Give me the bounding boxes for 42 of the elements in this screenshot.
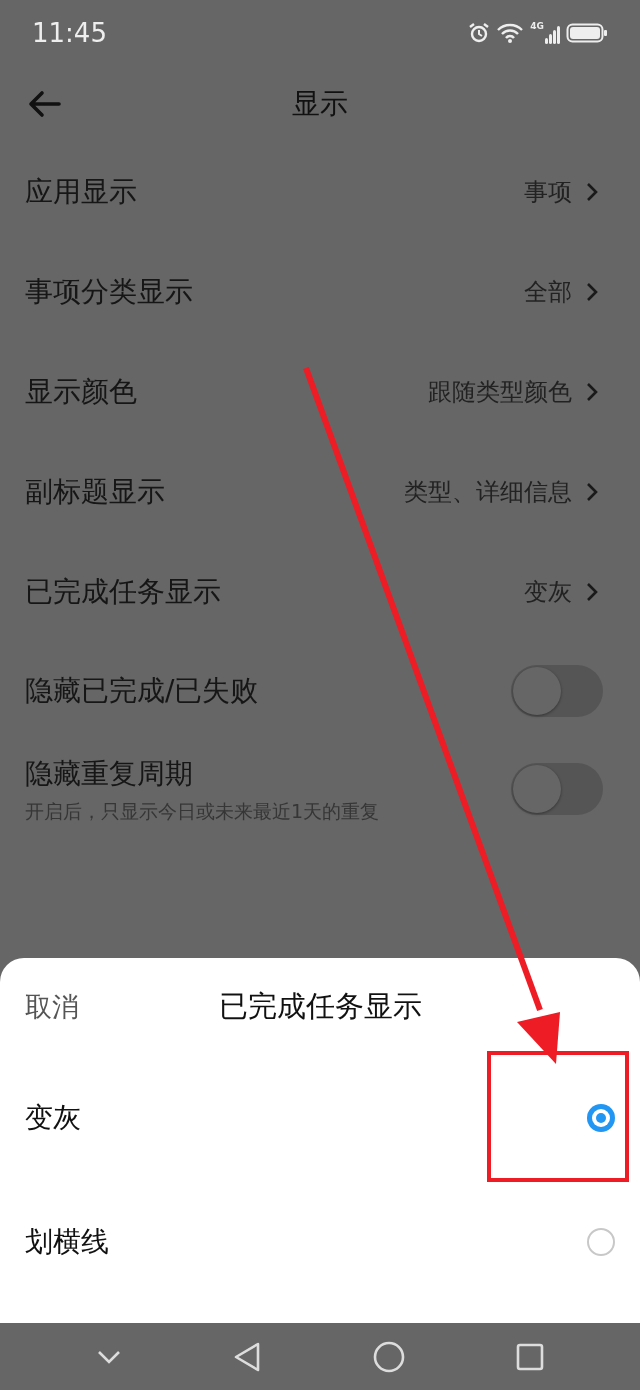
setting-label: 副标题显示 bbox=[25, 474, 165, 510]
settings-row[interactable]: 已完成任务显示 变灰 bbox=[0, 542, 640, 642]
option-row[interactable]: 变灰 bbox=[0, 1056, 640, 1180]
setting-label: 隐藏重复周期 bbox=[25, 755, 194, 792]
collapse-chevron-icon[interactable] bbox=[95, 1348, 122, 1365]
setting-label: 事项分类显示 bbox=[25, 274, 193, 310]
battery-icon bbox=[566, 22, 608, 44]
setting-label: 显示颜色 bbox=[25, 374, 137, 410]
status-time: 11:45 bbox=[32, 16, 107, 50]
settings-row[interactable]: 显示颜色 跟随类型颜色 bbox=[0, 342, 640, 442]
toggle-switch[interactable] bbox=[511, 763, 603, 815]
setting-value: 类型、详细信息 bbox=[404, 477, 572, 508]
settings-row[interactable]: 应用显示 事项 bbox=[0, 142, 640, 242]
option-row[interactable]: 划横线 bbox=[0, 1180, 640, 1304]
sheet-title: 已完成任务显示 bbox=[218, 988, 422, 1026]
option-label: 变灰 bbox=[25, 1100, 81, 1136]
chevron-right-icon bbox=[586, 382, 598, 402]
setting-value: 事项 bbox=[524, 177, 572, 208]
recents-square-icon[interactable] bbox=[516, 1342, 545, 1371]
cancel-button[interactable]: 取消 bbox=[25, 986, 79, 1028]
chevron-right-icon bbox=[586, 282, 598, 302]
toggle-switch[interactable] bbox=[511, 665, 603, 717]
back-arrow-icon bbox=[27, 90, 61, 118]
chevron-right-icon bbox=[586, 482, 598, 502]
wifi-icon bbox=[496, 22, 525, 44]
home-circle-icon[interactable] bbox=[372, 1340, 405, 1373]
chevron-right-icon bbox=[586, 582, 598, 602]
radio-button[interactable] bbox=[587, 1228, 615, 1256]
back-triangle-icon[interactable] bbox=[233, 1340, 262, 1373]
page-title: 显示 bbox=[292, 86, 348, 122]
chevron-right-icon bbox=[586, 182, 598, 202]
alarm-icon bbox=[468, 22, 491, 44]
setting-label: 已完成任务显示 bbox=[25, 574, 221, 610]
setting-label: 应用显示 bbox=[25, 174, 137, 210]
settings-row[interactable]: 事项分类显示 全部 bbox=[0, 242, 640, 342]
option-label: 划横线 bbox=[25, 1224, 109, 1260]
setting-value: 全部 bbox=[524, 277, 572, 308]
setting-value: 变灰 bbox=[524, 577, 572, 608]
settings-row[interactable]: 副标题显示 类型、详细信息 bbox=[0, 442, 640, 542]
radio-button[interactable] bbox=[587, 1104, 615, 1132]
setting-label: 隐藏已完成/已失败 bbox=[25, 673, 259, 709]
setting-value: 跟随类型颜色 bbox=[428, 377, 572, 408]
